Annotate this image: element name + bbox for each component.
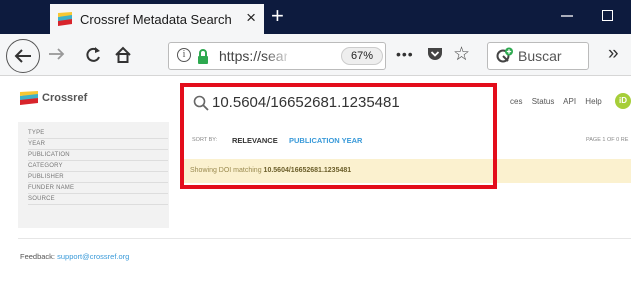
url-fade — [264, 45, 294, 67]
facet-funder-name[interactable]: FUNDER NAME — [28, 184, 168, 194]
site-info-icon[interactable]: i — [177, 48, 191, 62]
feedback-label: Feedback: — [20, 252, 56, 261]
crossref-logo-icon — [20, 91, 38, 105]
facet-type[interactable]: TYPE — [28, 129, 168, 139]
browser-search-box[interactable]: Buscar — [487, 42, 589, 70]
facet-source[interactable]: SOURCE — [28, 195, 168, 205]
logo-text: Crossref — [42, 92, 88, 104]
search-placeholder: Buscar — [518, 48, 562, 64]
crossref-favicon-icon — [58, 12, 72, 26]
forward-icon[interactable] — [48, 46, 66, 65]
navigation-bar: i https://search 67% ••• ☆ — [0, 34, 631, 76]
bookmark-star-icon[interactable]: ☆ — [453, 43, 470, 66]
tab-close-icon[interactable]: × — [246, 9, 256, 27]
title-bar: Crossref Metadata Search × + — [0, 0, 631, 34]
back-button[interactable] — [6, 39, 40, 73]
new-tab-icon[interactable]: + — [271, 3, 284, 29]
crossref-logo[interactable]: Crossref — [20, 91, 87, 105]
top-link-status[interactable]: Status — [532, 97, 555, 106]
facet-sidebar: TYPE YEAR PUBLICATION CATEGORY PUBLISHER… — [18, 122, 169, 228]
facet-category[interactable]: CATEGORY — [28, 162, 168, 172]
top-links: ces Status API Help — [510, 97, 609, 106]
overflow-menu-icon[interactable]: » — [608, 43, 619, 65]
divider — [18, 238, 631, 239]
maximize-icon[interactable] — [602, 10, 613, 21]
highlight-box — [180, 83, 497, 189]
top-link-help[interactable]: Help — [585, 97, 601, 106]
facet-year[interactable]: YEAR — [28, 140, 168, 150]
pocket-icon[interactable] — [427, 47, 443, 67]
page-content: Crossref 10.5604/16652681.1235481 ces St… — [0, 77, 631, 295]
url-bar[interactable]: i https://search 67% — [168, 42, 386, 70]
orcid-icon[interactable]: iD — [615, 93, 631, 109]
search-engine-icon[interactable] — [496, 47, 514, 70]
tab-title: Crossref Metadata Search — [80, 11, 232, 27]
facet-publication[interactable]: PUBLICATION — [28, 151, 168, 161]
zoom-level-button[interactable]: 67% — [341, 47, 383, 65]
page-actions-menu-icon[interactable]: ••• — [396, 46, 414, 62]
browser-tab[interactable]: Crossref Metadata Search × — [50, 4, 264, 34]
reload-icon[interactable] — [84, 46, 102, 67]
page-count: PAGE 1 OF 0 RE — [586, 137, 629, 143]
top-link-sources[interactable]: ces — [510, 97, 522, 106]
minimize-icon[interactable] — [560, 6, 574, 26]
feedback-email-link[interactable]: support@crossref.org — [57, 252, 129, 261]
home-icon[interactable] — [114, 46, 132, 67]
lock-icon — [197, 49, 209, 69]
top-link-api[interactable]: API — [563, 97, 576, 106]
facet-publisher[interactable]: PUBLISHER — [28, 173, 168, 183]
feedback-line: Feedback: support@crossref.org — [20, 252, 129, 261]
browser-window: Crossref Metadata Search × + i https:// … — [0, 0, 631, 295]
back-arrow-icon — [14, 49, 31, 63]
